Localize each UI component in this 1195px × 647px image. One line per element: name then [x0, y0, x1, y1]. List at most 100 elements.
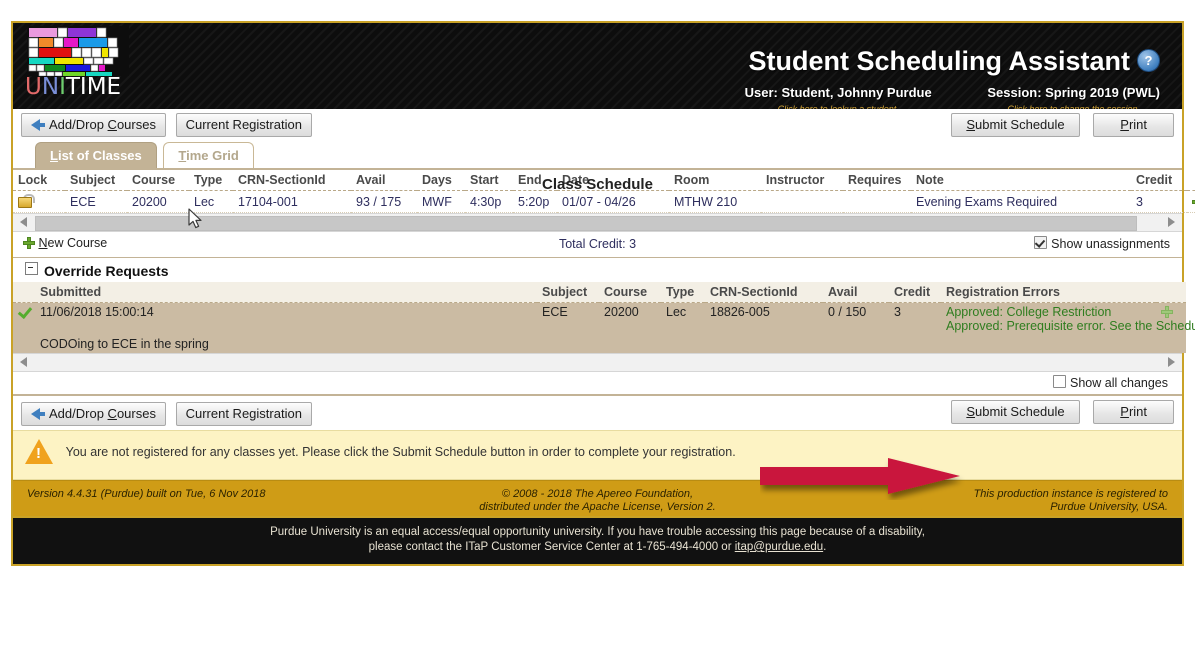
footer-version-bar: Version 4.4.31 (Purdue) built on Tue, 6 …	[13, 480, 1182, 516]
add-drop-prefix: Add/Drop	[49, 117, 108, 132]
cell-avail: 93 / 175	[351, 190, 417, 213]
add-drop-courses-button-bottom[interactable]: Add/Drop Courses	[21, 402, 166, 426]
tab-list-of-classes[interactable]: List of Classes	[35, 142, 157, 168]
override-requests-header[interactable]: Override Requests	[13, 258, 1182, 282]
warning-message: You are not registered for any classes y…	[65, 444, 736, 459]
app-frame: UNITIME Student Scheduling Assistant ? U…	[11, 21, 1195, 566]
ovr-cell-subject: ECE	[537, 302, 599, 335]
tab-list-accel: L	[50, 148, 58, 163]
scrollbar-thumb[interactable]	[35, 356, 1132, 371]
ovr-cell-submitted: 11/06/2018 15:00:14	[35, 302, 537, 335]
plus-icon[interactable]	[1161, 306, 1173, 318]
ovr-cell-status	[13, 302, 35, 335]
add-drop-courses-button-top[interactable]: Add/Drop Courses	[21, 113, 166, 137]
show-all-changes-checkbox[interactable]	[1053, 375, 1067, 388]
tab-grid-rest: ime Grid	[186, 148, 239, 163]
class-table-horizontal-scrollbar[interactable]	[13, 213, 1182, 232]
ovr-col-status	[13, 282, 35, 303]
add-drop-prefix-bottom: Add/Drop	[49, 406, 108, 421]
footer-registration: This production instance is registered t…	[974, 488, 1168, 514]
print-accel-top: P	[1120, 117, 1129, 132]
page-title: Student Scheduling Assistant	[748, 46, 1130, 76]
scroll-right-arrow-icon[interactable]	[1168, 357, 1175, 367]
user-info[interactable]: User: Student, Johnny Purdue Click here …	[745, 85, 932, 109]
bottom-toolbar-right: Submit Schedule Print	[941, 400, 1174, 424]
ovr-col-registration-errors[interactable]: Registration Errors	[941, 282, 1156, 303]
show-all-changes-toggle[interactable]: Show all changes	[13, 372, 1182, 396]
ovr-cell-errors: Approved: College Restriction Approved: …	[941, 302, 1195, 335]
ovr-col-type[interactable]: Type	[661, 282, 705, 303]
submit-schedule-button-top[interactable]: Submit Schedule	[951, 113, 1080, 137]
app-page: UNITIME Student Scheduling Assistant ? U…	[0, 0, 1195, 647]
scroll-right-arrow-icon[interactable]	[1168, 217, 1175, 227]
ovr-cell-course: 20200	[599, 302, 661, 335]
disclaimer-trailing-dot: .	[823, 541, 827, 553]
ovr-cell-type: Lec	[661, 302, 705, 335]
scroll-left-arrow-icon[interactable]	[20, 217, 27, 227]
cell-date: 01/07 - 04/26	[557, 190, 669, 213]
scroll-left-arrow-icon[interactable]	[20, 357, 27, 367]
unitime-logo-grid-icon	[27, 26, 129, 76]
ovr-col-subject[interactable]: Subject	[537, 282, 599, 303]
unlocked-padlock-icon[interactable]	[18, 194, 35, 208]
submit-suffix-top: ubmit Schedule	[975, 117, 1065, 132]
itap-email-link[interactable]: itap@purdue.edu	[735, 541, 823, 553]
ovr-col-credit[interactable]: Credit	[889, 282, 941, 303]
logo-letters-time: TIME	[65, 74, 122, 100]
new-course-row: New Course Total Credit: 3 Show unassign…	[13, 232, 1182, 258]
tab-grid-accel: T	[178, 148, 187, 163]
registration-error-line-1: Approved: College Restriction	[946, 305, 1112, 319]
submit-schedule-button-bottom[interactable]: Submit Schedule	[951, 400, 1080, 424]
session-info[interactable]: Session: Spring 2019 (PWL) Click here to…	[987, 85, 1160, 109]
warning-triangle-icon	[25, 439, 53, 464]
show-unassignments-checkbox[interactable]	[1034, 236, 1048, 249]
ovr-cell-crn-sectionid: 18826-005	[705, 302, 823, 335]
ovr-col-submitted[interactable]: Submitted	[35, 282, 537, 303]
override-table-horizontal-scrollbar[interactable]	[13, 353, 1182, 372]
print-button-bottom[interactable]: Print	[1093, 400, 1174, 424]
disclaimer-line2-pre: please contact the ITaP Customer Service…	[368, 541, 735, 553]
top-toolbar-right: Submit Schedule Print	[941, 113, 1174, 137]
footer-copyright-line1: © 2008 - 2018 The Apereo Foundation,	[501, 488, 694, 500]
total-credit-label: Total Credit: 3	[558, 237, 637, 251]
ovr-cell-credit: 3	[889, 302, 941, 335]
collapse-toggle-icon[interactable]	[25, 262, 38, 275]
class-schedule-title: Class Schedule	[542, 176, 653, 193]
user-label[interactable]: User: Student, Johnny Purdue	[745, 85, 932, 100]
cell-subject: ECE	[65, 190, 127, 213]
add-drop-accel-bottom: C	[107, 406, 117, 421]
override-requests-title: Override Requests	[44, 263, 169, 279]
print-button-top[interactable]: Print	[1093, 113, 1174, 137]
ovr-col-course[interactable]: Course	[599, 282, 661, 303]
cell-course: 20200	[127, 190, 189, 213]
submit-accel-top: S	[966, 117, 976, 132]
table-row[interactable]: ECE 20200 Lec 17104-001 93 / 175 MWF 4:3…	[13, 190, 1195, 213]
header-meta: User: Student, Johnny Purdue Click here …	[745, 85, 1160, 109]
tab-list-rest: ist of Classes	[57, 148, 142, 163]
app-header-banner: UNITIME Student Scheduling Assistant ? U…	[13, 21, 1182, 109]
cell-room: MTHW 210	[669, 190, 761, 213]
col-actions	[1187, 170, 1195, 191]
cell-credit: 3	[1131, 190, 1187, 213]
scrollbar-thumb[interactable]	[35, 216, 1137, 231]
session-label[interactable]: Session: Spring 2019 (PWL)	[987, 85, 1160, 100]
footer-copyright-line2: distributed under the Apache License, Ve…	[479, 501, 716, 513]
registration-error-line-2: Approved: Prerequisite error. See the Sc…	[946, 319, 1195, 333]
table-row[interactable]: 11/06/2018 15:00:14 ECE 20200 Lec 18826-…	[13, 302, 1195, 335]
cell-requires	[843, 190, 911, 213]
help-icon[interactable]: ?	[1137, 49, 1160, 72]
cell-start: 4:30p	[465, 190, 513, 213]
ovr-col-crn-sectionid[interactable]: CRN-SectionId	[705, 282, 823, 303]
ovr-col-avail[interactable]: Avail	[823, 282, 889, 303]
show-unassignments-toggle[interactable]: Show unassignments	[1034, 236, 1170, 251]
cell-action[interactable]	[1187, 190, 1195, 213]
current-registration-button-top[interactable]: Current Registration	[175, 113, 312, 137]
logo-letter-i: I	[59, 74, 66, 100]
warning-banner: You are not registered for any classes y…	[13, 430, 1182, 480]
current-registration-button-bottom[interactable]: Current Registration	[175, 402, 312, 426]
add-drop-accel: C	[107, 117, 117, 132]
tab-time-grid[interactable]: Time Grid	[163, 142, 254, 168]
cell-lock[interactable]	[13, 190, 65, 213]
print-suffix-bottom: rint	[1128, 404, 1147, 419]
cell-end: 5:20p	[513, 190, 557, 213]
